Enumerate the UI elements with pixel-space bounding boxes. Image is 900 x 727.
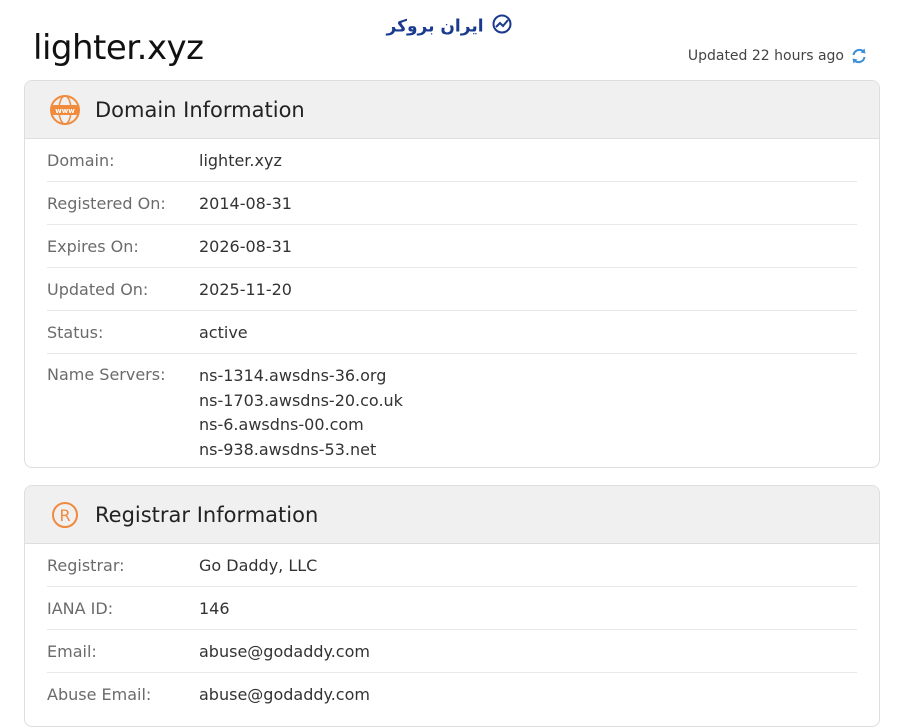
registrar-information-title: Registrar Information [95,502,319,527]
row-label: Email: [47,641,97,661]
row-label: Updated On: [47,279,149,299]
updated-text: Updated 22 hours ago [687,48,844,64]
row-value: active [199,322,248,342]
name-server: ns-938.awsdns-53.net [199,439,377,459]
registrar-information-header: R Registrar Information [25,486,879,544]
name-server: ns-1314.awsdns-36.org [199,366,387,385]
domain-information-title: Domain Information [95,97,305,122]
registered-on-row: Registered On: 2014-08-31 [47,182,857,225]
brand-name: ایران بروکر [386,16,484,37]
registrar-information-rows: Registrar: Go Daddy, LLC IANA ID: 146 Em… [25,544,879,715]
row-value: Go Daddy, LLC [199,555,318,575]
updated-on-row: Updated On: 2025-11-20 [47,268,857,311]
svg-text:R: R [59,506,70,525]
domain-information-header: www Domain Information [25,81,879,139]
row-value: 2014-08-31 [199,193,292,213]
row-label: Expires On: [47,236,139,256]
www-globe-icon: www [49,94,81,126]
row-value: abuse@godaddy.com [199,641,370,661]
name-server: ns-1703.awsdns-20.co.uk [199,390,403,410]
page-title: lighter.xyz [33,28,204,68]
chart-trend-icon [491,14,513,39]
row-value: lighter.xyz [199,150,282,170]
name-servers-list: ns-1314.awsdns-36.org ns-1703.awsdns-20.… [199,364,403,462]
abuse-email-row: Abuse Email: abuse@godaddy.com [47,673,857,715]
updated-status: Updated 22 hours ago [688,47,868,65]
domain-row: Domain: lighter.xyz [47,139,857,182]
row-label: IANA ID: [47,598,114,618]
name-server: ns-6.awsdns-00.com [199,415,364,434]
registered-icon: R [49,499,81,531]
row-value: 146 [199,598,230,618]
row-label: Abuse Email: [47,684,152,704]
row-value: 2025-11-20 [199,279,292,299]
refresh-icon[interactable] [850,47,868,65]
row-label: Name Servers: [47,365,166,384]
row-value: 2026-08-31 [199,236,292,256]
row-label: Registrar: [47,555,125,575]
row-label: Registered On: [47,193,166,213]
svg-text:www: www [55,107,75,115]
registrar-row: Registrar: Go Daddy, LLC [47,544,857,587]
iana-id-row: IANA ID: 146 [47,587,857,630]
registrar-information-card: R Registrar Information Registrar: Go Da… [24,485,880,727]
row-value: abuse@godaddy.com [199,684,370,704]
row-label: Status: [47,322,104,342]
row-label: Domain: [47,150,115,170]
domain-information-card: www Domain Information Domain: lighter.x… [24,80,880,468]
expires-on-row: Expires On: 2026-08-31 [47,225,857,268]
email-row: Email: abuse@godaddy.com [47,630,857,673]
status-row: Status: active [47,311,857,354]
domain-information-rows: Domain: lighter.xyz Registered On: 2014-… [25,139,879,467]
name-servers-row: Name Servers: ns-1314.awsdns-36.org ns-1… [47,354,857,467]
